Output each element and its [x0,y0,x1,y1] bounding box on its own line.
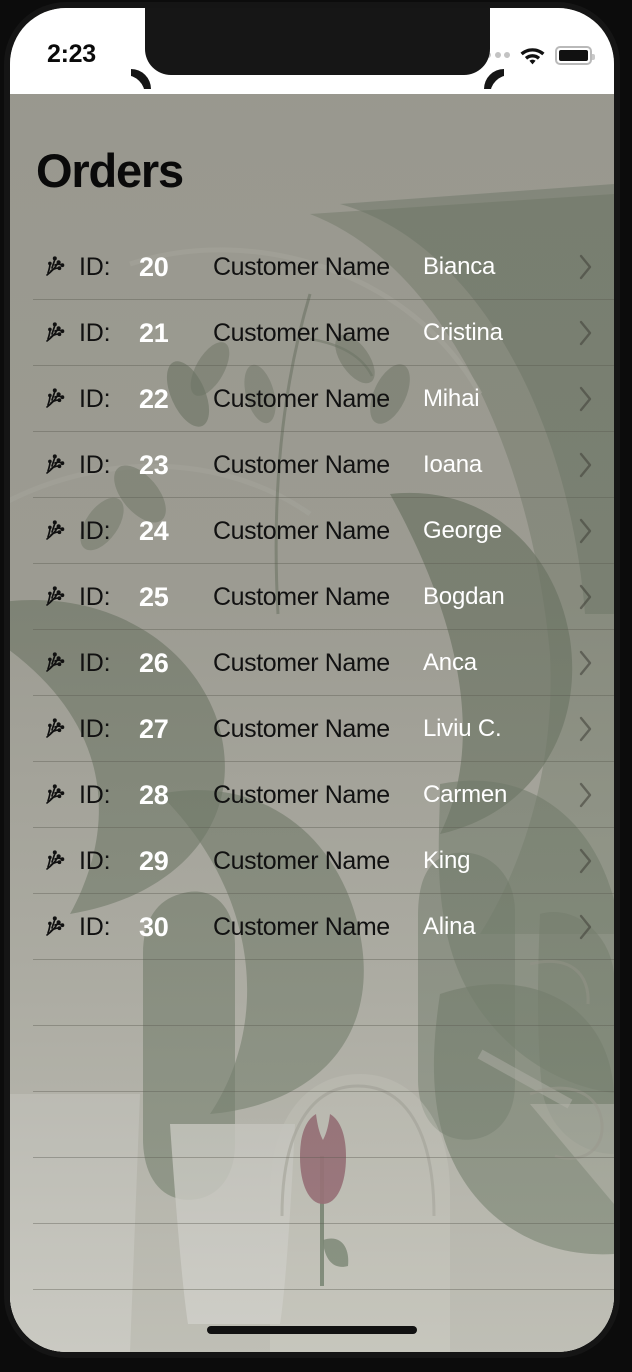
id-label: ID: [79,516,111,545]
phone-screen: Orders ID: 20 Customer Name Bianca ID: 2… [10,8,614,1352]
list-item-order-26[interactable]: ID: 26 Customer Name Anca [10,630,614,696]
chevron-right-icon[interactable] [558,451,614,479]
chevron-right-icon[interactable] [558,847,614,875]
chevron-right-icon[interactable] [558,583,614,611]
sprig-icon [33,584,79,610]
empty-list-row [10,960,614,1026]
order-id-value: 24 [139,515,169,546]
customer-name-value: Bianca [423,253,496,280]
sprig-icon [33,452,79,478]
customer-name-label: Customer Name [213,252,390,281]
order-id-value: 21 [139,317,169,348]
customer-name-value: Ioana [423,451,483,478]
id-label: ID: [79,714,111,743]
sprig-icon [33,386,79,412]
order-id-value: 29 [139,845,169,876]
orders-list[interactable]: ID: 20 Customer Name Bianca ID: 21 Custo… [10,234,614,1352]
chevron-right-icon[interactable] [558,319,614,347]
id-label: ID: [79,384,111,413]
sprig-icon [33,254,79,280]
chevron-right-icon[interactable] [558,715,614,743]
status-bar-clock: 2:23 [47,40,96,68]
customer-name-label: Customer Name [213,318,390,347]
page-title: Orders [36,144,184,197]
list-item-order-25[interactable]: ID: 25 Customer Name Bogdan [10,564,614,630]
empty-list-row [10,1026,614,1092]
customer-name-label: Customer Name [213,846,390,875]
id-label: ID: [79,912,111,941]
id-label: ID: [79,846,111,875]
sprig-icon [33,914,79,940]
sprig-icon [33,650,79,676]
order-id-value: 23 [139,449,169,480]
list-item-order-23[interactable]: ID: 23 Customer Name Ioana [10,432,614,498]
list-item-order-22[interactable]: ID: 22 Customer Name Mihai [10,366,614,432]
sprig-icon [33,716,79,742]
empty-list-row [10,1158,614,1224]
list-item-order-29[interactable]: ID: 29 Customer Name King [10,828,614,894]
device-notch [145,8,490,75]
status-bar-indicators [475,42,595,68]
customer-name-label: Customer Name [213,780,390,809]
sprig-icon [33,848,79,874]
orders-screen: Orders ID: 20 Customer Name Bianca ID: 2… [10,94,614,1352]
sprig-icon [33,782,79,808]
home-indicator[interactable] [207,1326,417,1334]
customer-name-label: Customer Name [213,648,390,677]
list-item-order-30[interactable]: ID: 30 Customer Name Alina [10,894,614,960]
customer-name-value: Alina [423,913,476,940]
order-id-value: 28 [139,779,169,810]
chevron-right-icon[interactable] [558,385,614,413]
customer-name-value: King [423,847,471,874]
chevron-right-icon[interactable] [558,253,614,281]
list-item-order-27[interactable]: ID: 27 Customer Name Liviu C. [10,696,614,762]
list-item-order-24[interactable]: ID: 24 Customer Name George [10,498,614,564]
customer-name-label: Customer Name [213,912,390,941]
id-label: ID: [79,780,111,809]
id-label: ID: [79,252,111,281]
chevron-right-icon[interactable] [558,649,614,677]
customer-name-value: Mihai [423,385,480,412]
chevron-right-icon[interactable] [558,517,614,545]
id-label: ID: [79,582,111,611]
chevron-right-icon[interactable] [558,781,614,809]
empty-list-row [10,1092,614,1158]
id-label: ID: [79,648,111,677]
empty-list-row [10,1290,614,1352]
id-label: ID: [79,450,111,479]
id-label: ID: [79,318,111,347]
sprig-icon [33,518,79,544]
order-id-value: 27 [139,713,169,744]
battery-icon [555,45,595,65]
sprig-icon [33,320,79,346]
customer-name-value: George [423,517,502,544]
list-item-order-28[interactable]: ID: 28 Customer Name Carmen [10,762,614,828]
customer-name-value: Anca [423,649,477,676]
chevron-right-icon[interactable] [558,913,614,941]
customer-name-value: Liviu C. [423,715,502,742]
customer-name-value: Bogdan [423,583,505,610]
wifi-icon [519,45,546,65]
customer-name-label: Customer Name [213,516,390,545]
customer-name-label: Customer Name [213,582,390,611]
order-id-value: 26 [139,647,169,678]
order-id-value: 25 [139,581,169,612]
order-id-value: 20 [139,251,169,282]
customer-name-value: Carmen [423,781,508,808]
iphone-device-frame: Orders ID: 20 Customer Name Bianca ID: 2… [0,0,632,1372]
customer-name-label: Customer Name [213,714,390,743]
customer-name-label: Customer Name [213,384,390,413]
order-id-value: 30 [139,911,169,942]
customer-name-label: Customer Name [213,450,390,479]
list-item-order-21[interactable]: ID: 21 Customer Name Cristina [10,300,614,366]
customer-name-value: Cristina [423,319,503,346]
order-id-value: 22 [139,383,169,414]
empty-list-row [10,1224,614,1290]
list-item-order-20[interactable]: ID: 20 Customer Name Bianca [10,234,614,300]
